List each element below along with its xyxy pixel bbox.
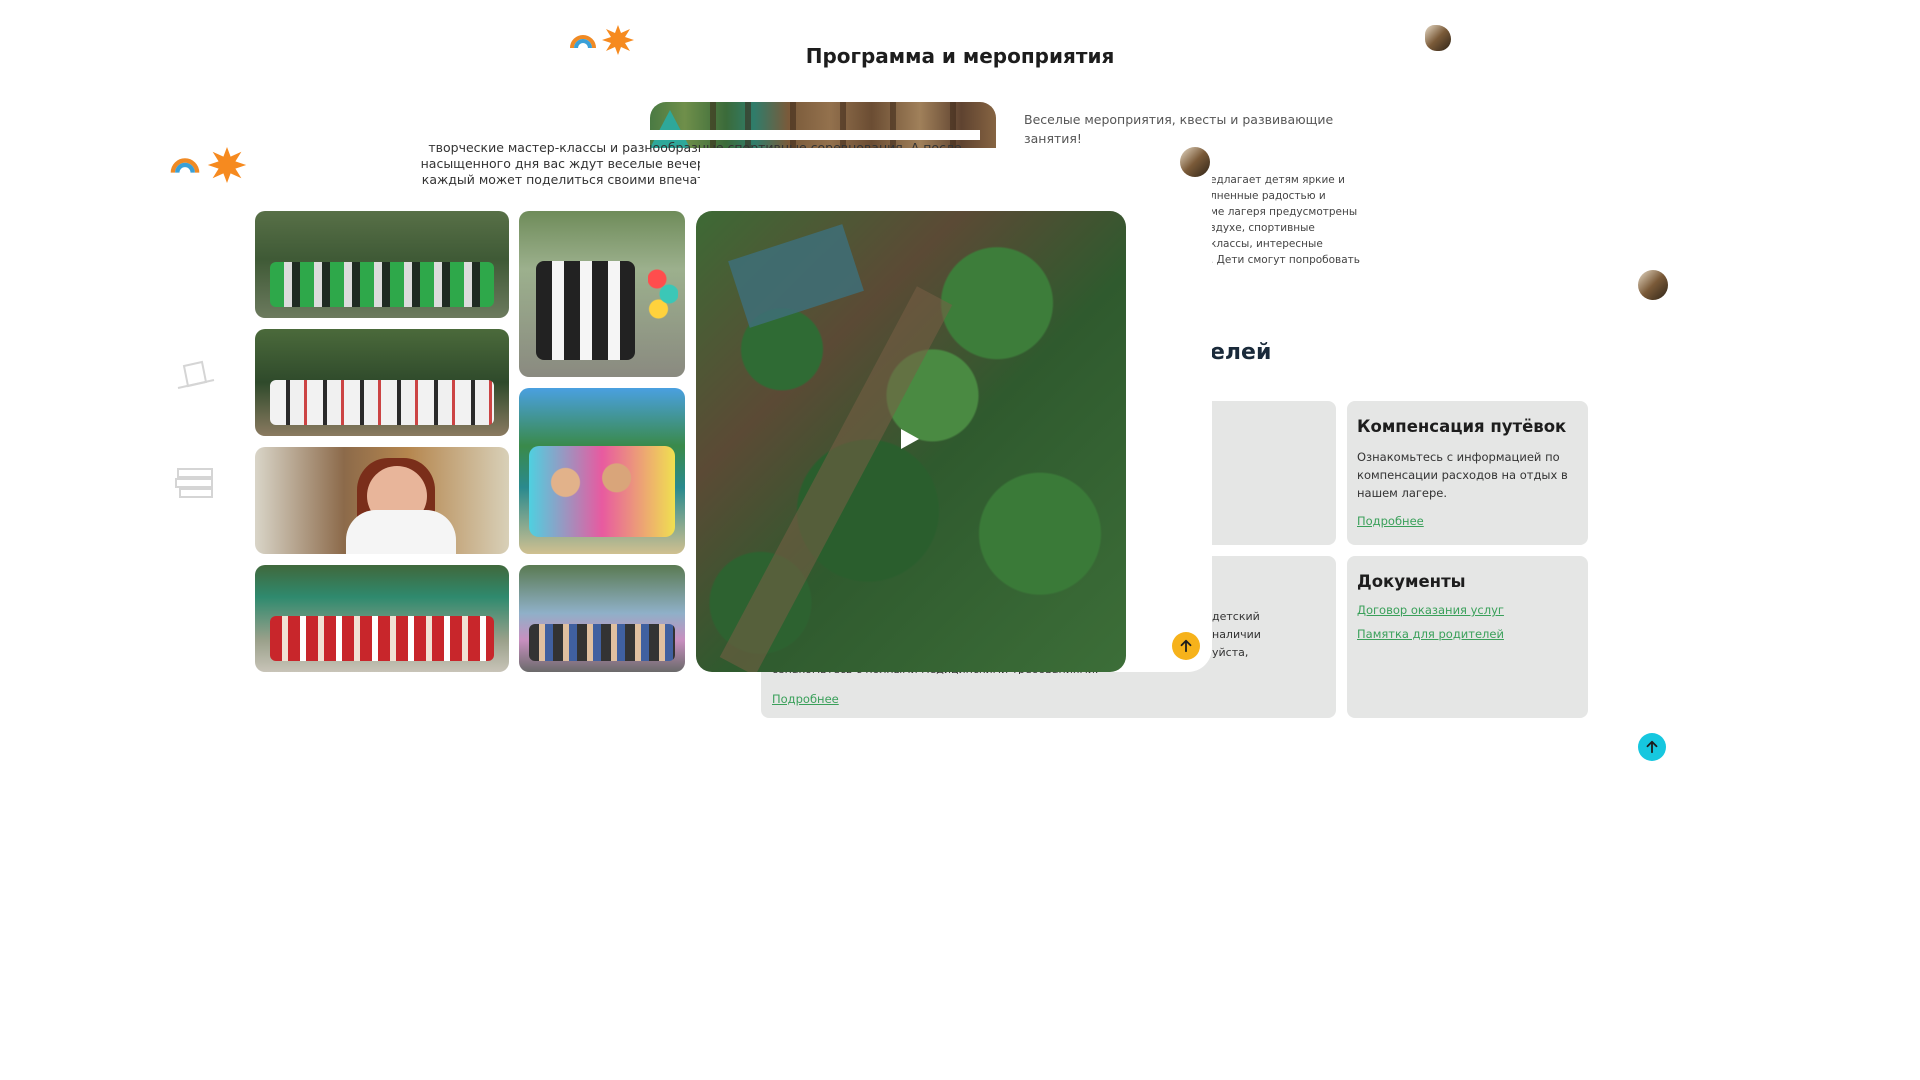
- doc-link-memo[interactable]: Памятка для родителей: [1357, 627, 1578, 641]
- avatar: [1638, 270, 1668, 300]
- side-line: лненные радостью и: [1210, 190, 1326, 202]
- photo-dance-stage[interactable]: [255, 565, 509, 672]
- photo-gallery: [255, 211, 1255, 672]
- hat-icon: [176, 358, 216, 400]
- photo-color-festival[interactable]: [519, 565, 685, 672]
- arrow-up-icon: [1646, 740, 1658, 754]
- documents-card: Документы Договор оказания услуг Памятка…: [1347, 556, 1588, 718]
- scroll-top-button-teal[interactable]: [1638, 733, 1666, 761]
- photo-holi-friends[interactable]: [519, 388, 685, 554]
- side-line: едлагает детям яркие и: [1210, 174, 1345, 186]
- scroll-top-button[interactable]: [1172, 632, 1200, 660]
- compensation-more-link[interactable]: Подробнее: [1357, 514, 1424, 528]
- rainbow-icon: [170, 155, 200, 177]
- play-icon[interactable]: [901, 429, 919, 449]
- photo-group-white[interactable]: [255, 329, 509, 436]
- sun-icon: [207, 147, 247, 183]
- compensation-title: Компенсация путёвок: [1357, 417, 1567, 436]
- hero-caption: Веселые мероприятия, квесты и развивающи…: [1024, 112, 1334, 146]
- photo-girl-portrait[interactable]: [255, 447, 509, 554]
- medical-more-link[interactable]: Подробнее: [772, 692, 839, 706]
- arrow-up-icon: [1180, 639, 1192, 653]
- photo-group-green[interactable]: [255, 211, 509, 318]
- compensation-text: Ознакомьтесь с информацией по компенсаци…: [1357, 450, 1568, 500]
- documents-title: Документы: [1357, 572, 1466, 591]
- doc-link-contract[interactable]: Договор оказания услуг: [1357, 603, 1578, 617]
- page-title: Программа и мероприятия: [805, 44, 1115, 68]
- books-icon: [174, 465, 218, 509]
- compensation-card: Компенсация путёвок Ознакомьтесь с инфор…: [1347, 401, 1588, 545]
- video-player[interactable]: [696, 211, 1126, 672]
- photo-dancing-girls[interactable]: [519, 211, 685, 377]
- intro-mask: [420, 130, 980, 140]
